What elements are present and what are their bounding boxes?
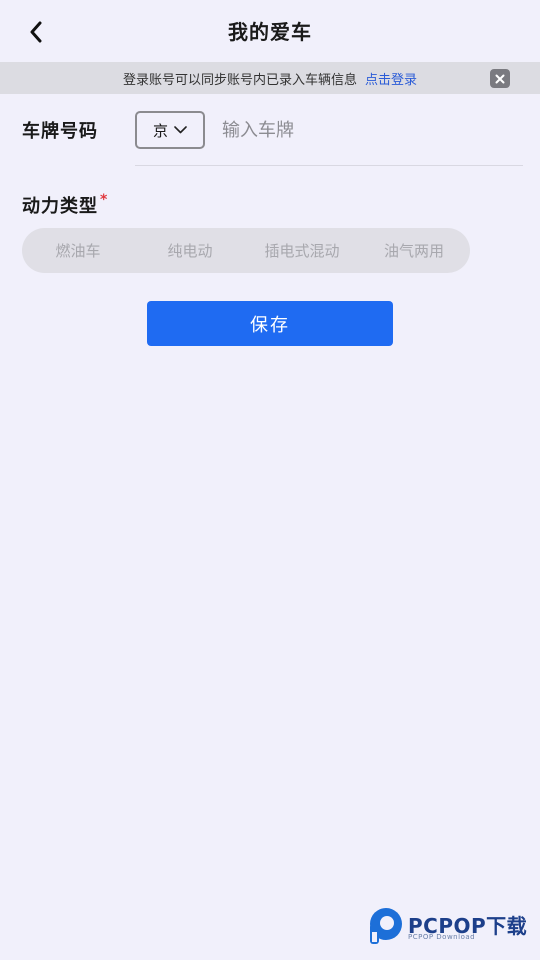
banner-close-button[interactable] (490, 69, 510, 88)
plate-label: 车牌号码 (22, 121, 98, 142)
plate-number-input[interactable] (218, 112, 518, 148)
power-option-electric[interactable]: 纯电动 (134, 228, 246, 273)
login-banner: 登录账号可以同步账号内已录入车辆信息 点击登录 (0, 62, 540, 94)
pcpop-logo-icon (370, 908, 402, 944)
screen: 我的爱车 登录账号可以同步账号内已录入车辆信息 点击登录 车牌号码 京 动力类型… (0, 0, 540, 960)
plate-divider (135, 165, 523, 166)
power-option-dual-fuel[interactable]: 油气两用 (358, 228, 470, 273)
banner-message: 登录账号可以同步账号内已录入车辆信息 (122, 72, 357, 88)
province-select[interactable]: 京 (135, 111, 205, 149)
close-icon (495, 74, 505, 83)
save-button[interactable]: 保存 (147, 301, 393, 346)
power-type-label: 动力类型 * (22, 192, 108, 218)
power-option-plugin-hybrid[interactable]: 插电式混动 (246, 228, 358, 273)
page-title: 我的爱车 (228, 20, 312, 44)
power-option-fuel[interactable]: 燃油车 (22, 228, 134, 273)
required-mark: * (100, 192, 109, 208)
login-link[interactable]: 点击登录 (365, 69, 417, 88)
power-type-label-text: 动力类型 (22, 196, 98, 217)
watermark-logo: PCPOP下载 PCPOP Download (366, 904, 534, 948)
header: 我的爱车 (0, 0, 540, 62)
province-value: 京 (152, 121, 168, 140)
power-type-selector: 燃油车 纯电动 插电式混动 油气两用 (22, 228, 470, 273)
chevron-down-icon (174, 126, 187, 134)
watermark-sub: PCPOP Download (408, 933, 476, 941)
